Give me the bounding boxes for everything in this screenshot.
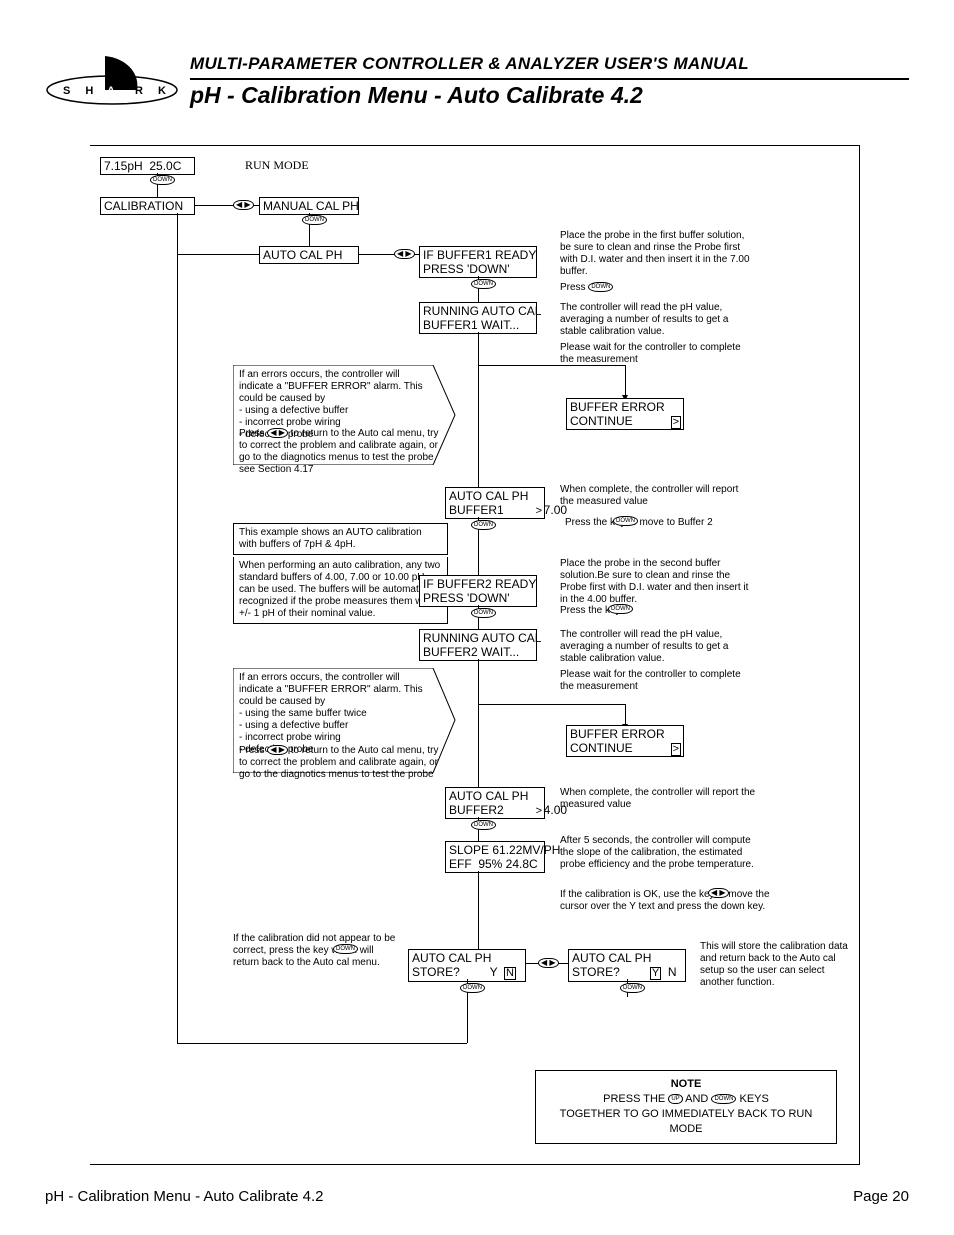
text-press-2: Press the keyDOWN bbox=[560, 605, 755, 617]
down-key-icon: DOWN bbox=[333, 944, 358, 954]
text-complete1: When complete, the controller will repor… bbox=[560, 484, 755, 508]
section-title: pH - Calibration Menu - Auto Calibrate 4… bbox=[190, 82, 909, 109]
left-right-key-icon: ◀ ▶ bbox=[267, 428, 288, 438]
screen-run-mode: 7.15pH 25.0C bbox=[100, 157, 195, 175]
text-complete2: When complete, the controller will repor… bbox=[560, 787, 770, 811]
svg-text:A: A bbox=[107, 85, 115, 97]
text-read-avg: The controller will read the pH value, a… bbox=[560, 302, 755, 338]
down-key-icon: DOWN bbox=[471, 279, 496, 289]
text-place-buffer1: Place the probe in the first buffer solu… bbox=[560, 230, 755, 278]
screen-buffer-error1: BUFFER ERROR CONTINUE> bbox=[566, 398, 684, 430]
down-key-icon: DOWN bbox=[471, 520, 496, 530]
footer-left: pH - Calibration Menu - Auto Calibrate 4… bbox=[45, 1188, 323, 1205]
page-footer: pH - Calibration Menu - Auto Calibrate 4… bbox=[45, 1188, 909, 1205]
down-key-icon: DOWN bbox=[460, 983, 485, 993]
screen-buffer1-value: AUTO CAL PH BUFFER1 7.00> bbox=[445, 487, 545, 519]
svg-text:S H: S H bbox=[63, 85, 99, 97]
left-right-key-icon: ◀ ▶ bbox=[538, 958, 559, 968]
screen-store-left: AUTO CAL PH STORE? Y N bbox=[408, 949, 526, 982]
page-header: S H A R K MULTI-PARAMETER CONTROLLER & A… bbox=[45, 50, 909, 109]
down-key-icon: DOWN bbox=[471, 608, 496, 618]
header-rule bbox=[190, 78, 909, 80]
left-right-key-icon: ◀ ▶ bbox=[267, 745, 288, 755]
screen-running-buffer2: RUNNING AUTO CAL BUFFER2 WAIT... bbox=[419, 629, 537, 661]
shark-logo: S H A R K bbox=[45, 50, 180, 105]
flow-diagram: 7.15pH 25.0C RUN MODE DOWN CALIBRATION ◀… bbox=[90, 145, 860, 1165]
note-example: This example shows an AUTO calibration w… bbox=[233, 523, 448, 555]
screen-store-right: AUTO CAL PH STORE? Y N bbox=[568, 949, 686, 982]
screen-running-buffer1: RUNNING AUTO CAL BUFFER1 WAIT... bbox=[419, 302, 537, 334]
screen-if-buffer1: IF BUFFER1 READY PRESS 'DOWN' bbox=[419, 246, 537, 278]
svg-text:R K: R K bbox=[135, 85, 172, 97]
down-key-icon: DOWN bbox=[620, 983, 645, 993]
left-right-key-icon: ◀ ▶ bbox=[233, 200, 254, 210]
text-error1b: Press ◀ ▶ to return to the Auto cal menu… bbox=[239, 428, 444, 476]
text-not-correct: If the calibration did not appear to be … bbox=[233, 933, 398, 969]
down-key-icon: DOWN bbox=[150, 175, 175, 185]
screen-calibration: CALIBRATION bbox=[100, 197, 195, 215]
left-right-key-icon: ◀ ▶ bbox=[394, 249, 415, 259]
text-error2b: Press ◀ ▶ to return to the Auto cal menu… bbox=[239, 745, 444, 781]
down-key-icon: DOWN bbox=[588, 282, 613, 292]
manual-title: MULTI-PARAMETER CONTROLLER & ANALYZER US… bbox=[190, 54, 909, 74]
text-read-avg2: The controller will read the pH value, a… bbox=[560, 629, 755, 665]
screen-if-buffer2: IF BUFFER2 READY PRESS 'DOWN' bbox=[419, 575, 537, 607]
text-wait1: Please wait for the controller to comple… bbox=[560, 342, 755, 366]
text-error2: If an errors occurs, the controller will… bbox=[239, 672, 434, 756]
text-after5: After 5 seconds, the controller will com… bbox=[560, 835, 755, 871]
text-store-note: This will store the calibration data and… bbox=[700, 941, 850, 989]
screen-auto-cal: AUTO CAL PH bbox=[259, 246, 359, 264]
screen-buffer2-value: AUTO CAL PH BUFFER2 4.00> bbox=[445, 787, 545, 819]
text-wait2: Please wait for the controller to comple… bbox=[560, 669, 755, 693]
footer-right: Page 20 bbox=[853, 1188, 909, 1205]
down-key-icon: DOWN bbox=[608, 604, 633, 614]
down-key-icon: DOWN bbox=[471, 820, 496, 830]
text-press: Press DOWN bbox=[560, 282, 755, 294]
text-place-buffer2: Place the probe in the second buffer sol… bbox=[560, 558, 755, 606]
label-run-mode: RUN MODE bbox=[245, 158, 309, 173]
text-cal-ok: If the calibration is OK, use the key to… bbox=[560, 889, 780, 913]
screen-buffer-error2: BUFFER ERROR CONTINUE> bbox=[566, 725, 684, 757]
down-key-icon: DOWN bbox=[613, 516, 638, 526]
screen-slope: SLOPE 61.22MV/PH EFF 95% 24.8C bbox=[445, 841, 545, 873]
text-press-move-b2: Press the key to move to Buffer 2DOWN bbox=[565, 517, 785, 529]
up-key-icon: UP bbox=[668, 1094, 682, 1104]
note-box: NOTE PRESS THE UP AND DOWN KEYS TOGETHER… bbox=[535, 1070, 837, 1144]
note-any-two: When performing an auto calibration, any… bbox=[233, 557, 448, 624]
left-right-key-icon: ◀ ▶ bbox=[708, 888, 729, 898]
note-title: NOTE bbox=[546, 1077, 826, 1092]
down-key-icon: DOWN bbox=[302, 215, 327, 225]
down-key-icon: DOWN bbox=[711, 1094, 736, 1104]
